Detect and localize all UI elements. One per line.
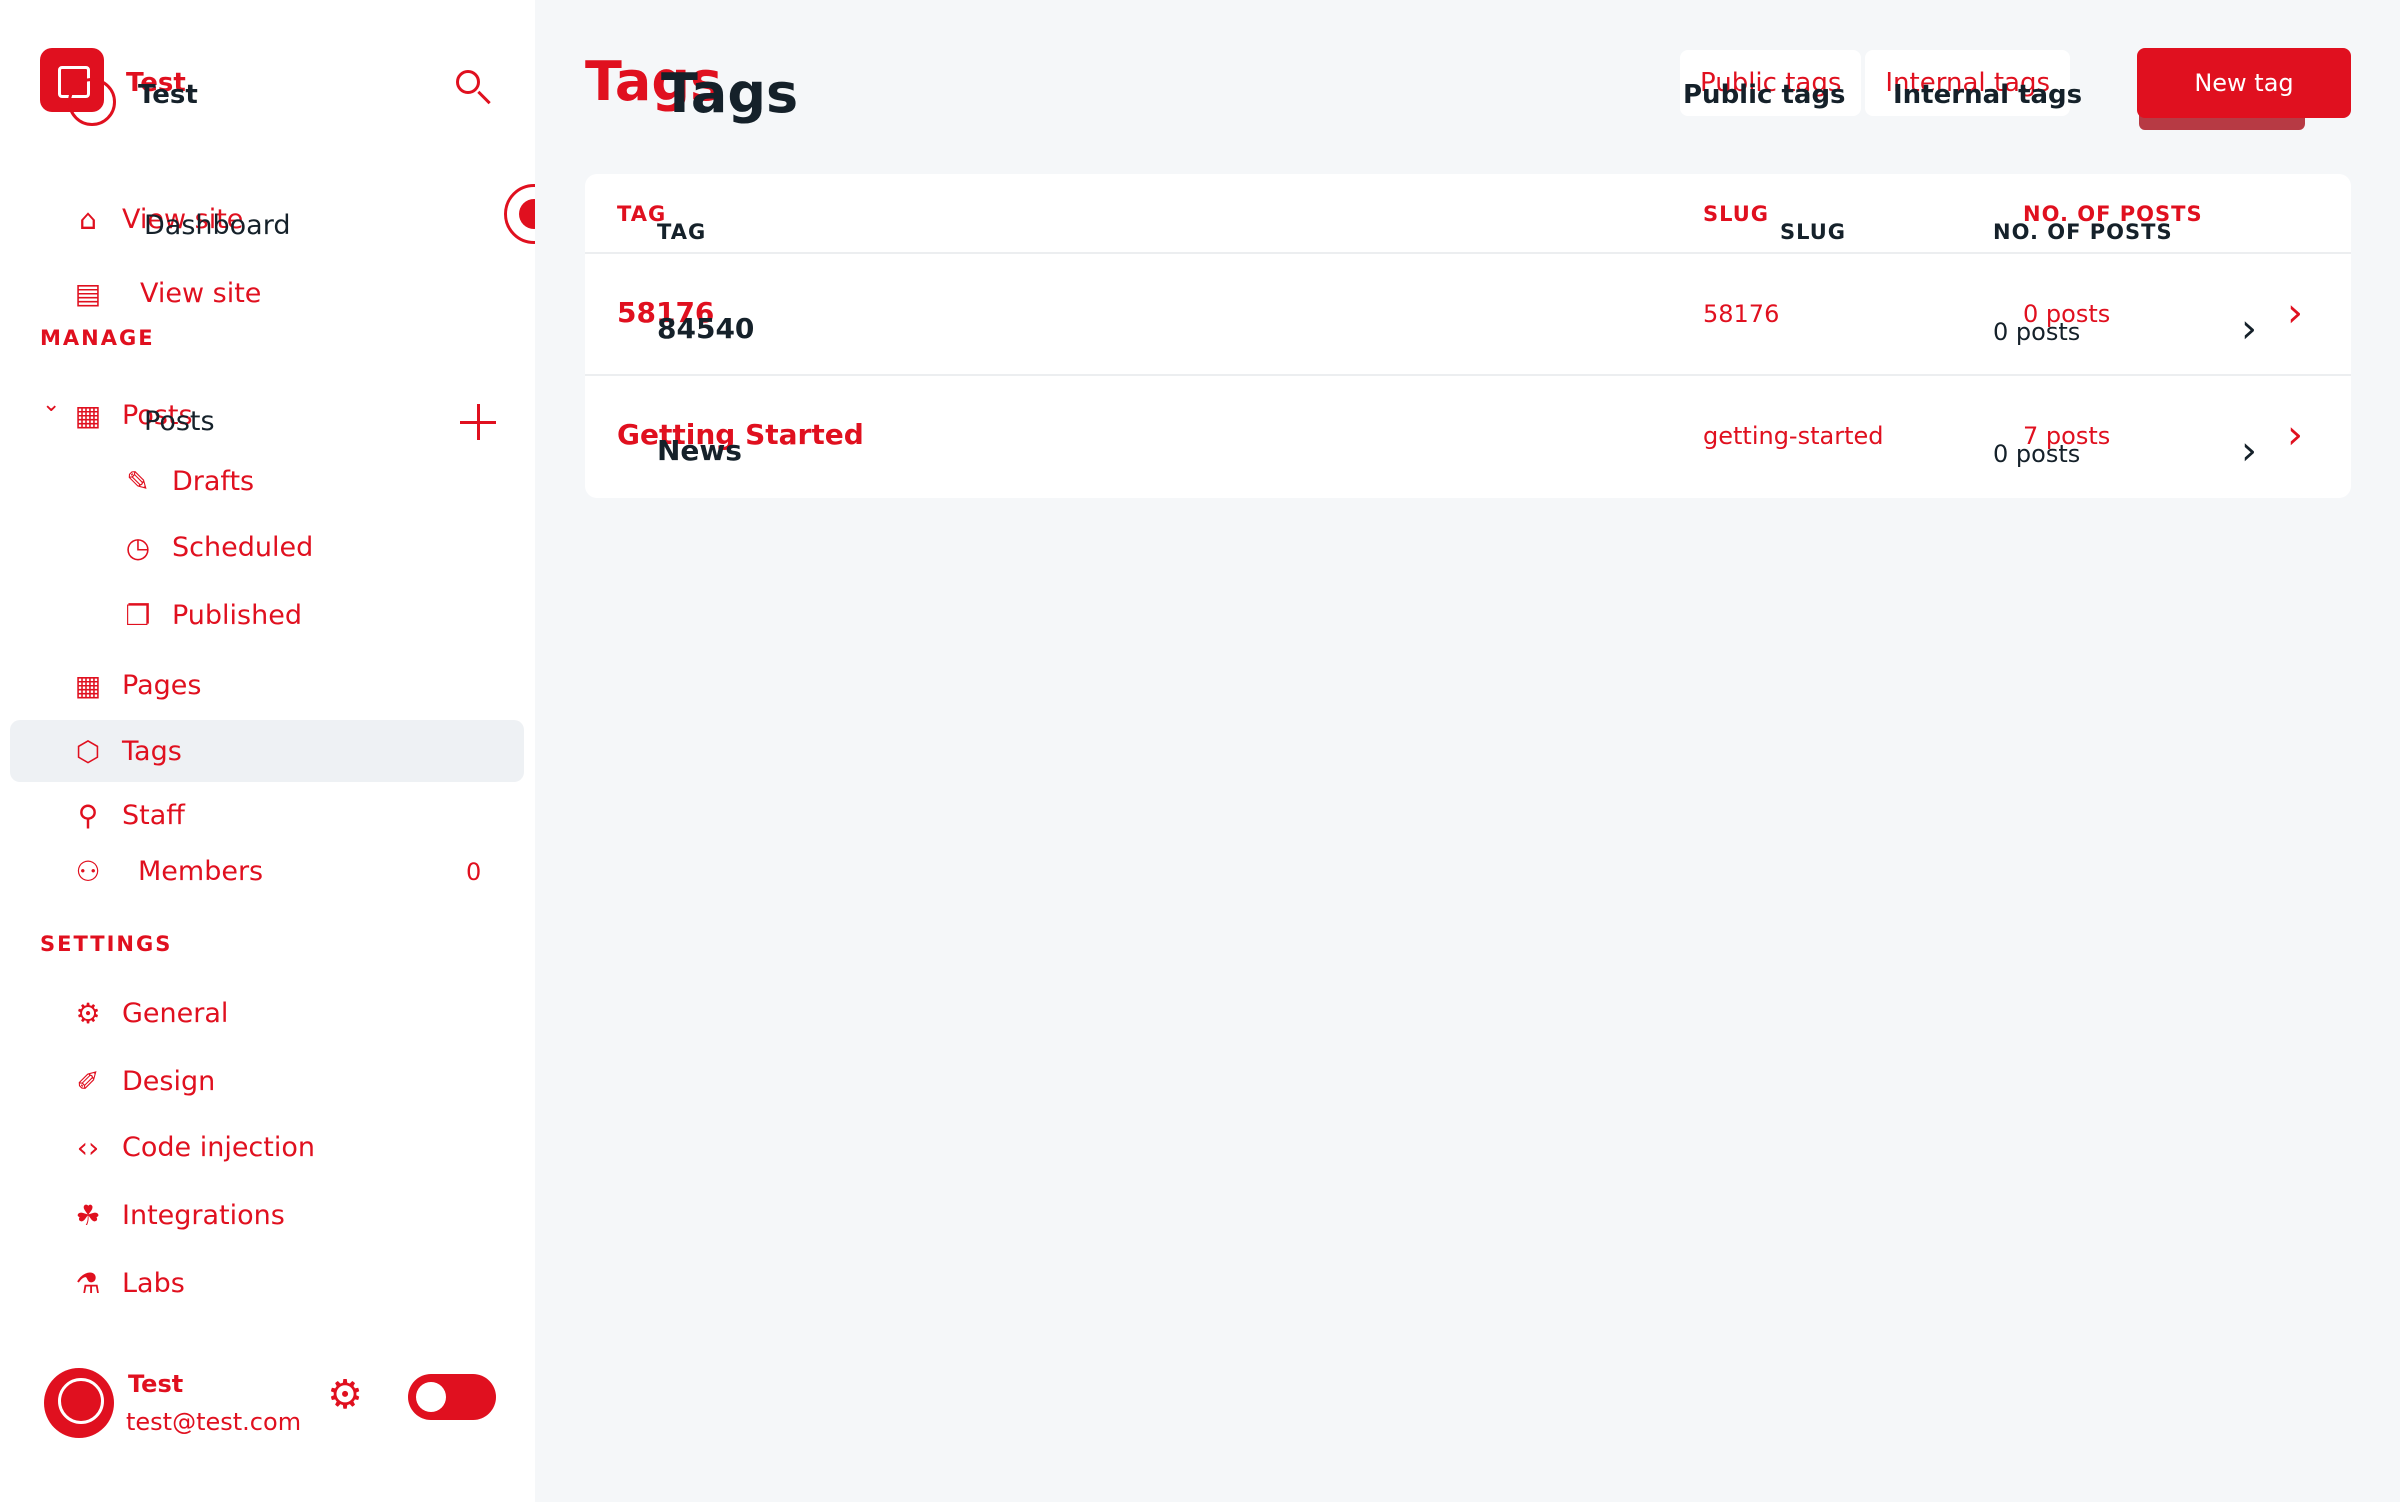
pages-icon: ▦ [74, 668, 102, 702]
posts-icon: ▦ [74, 398, 102, 432]
site-name-shadow: Test [138, 80, 198, 110]
clock-icon: ◷ [125, 530, 151, 564]
page-title-shadow: Tags [661, 62, 799, 125]
tag-post-count-shadow: 0 posts [1993, 440, 2081, 468]
new-tag-button[interactable]: New tag [2137, 48, 2351, 118]
table-row[interactable]: 58176 84540 58176 0 posts 0 posts › › [585, 254, 2351, 376]
search-button[interactable] [450, 62, 492, 112]
chevron-right-icon: › [2287, 290, 2303, 336]
table-row[interactable]: Getting Started News getting-started 7 p… [585, 376, 2351, 498]
published-icon: ❐ [125, 598, 151, 632]
search-icon [456, 70, 480, 94]
nav-general[interactable]: ⚙ General [70, 988, 490, 1038]
nav-posts[interactable]: ▦ Posts Posts [70, 390, 490, 440]
integrations-icon: ☘ [75, 1198, 101, 1232]
nav-labs[interactable]: ⚗ Labs [70, 1258, 490, 1308]
chevron-right-icon: › [2287, 412, 2303, 458]
chevron-down-icon[interactable]: ⌄ [42, 392, 60, 417]
nav-view-site-top[interactable]: ⌂ View site Dashboard [70, 194, 490, 244]
settings-section-title: SETTINGS [40, 932, 173, 956]
gear-icon: ⚙ [75, 996, 101, 1030]
nav-members[interactable]: ⚇ Members [70, 846, 490, 896]
tag-slug: getting-started [1703, 422, 1884, 450]
nav-view-site[interactable]: ▤ View site [70, 268, 490, 318]
sidebar: Test Test ⌂ View site Dashboard ▤ View s… [0, 0, 535, 1502]
brush-icon: ✐ [76, 1064, 100, 1098]
tag-post-count-shadow: 0 posts [1993, 318, 2081, 346]
nav-integrations[interactable]: ☘ Integrations [70, 1190, 490, 1240]
pencil-icon: ✎ [126, 464, 150, 498]
flask-icon: ⚗ [75, 1266, 101, 1300]
nav-code-injection[interactable]: ‹› Code injection [70, 1122, 490, 1172]
nav-staff[interactable]: ⚲ Staff [70, 790, 490, 840]
user-settings-gear-icon[interactable]: ⚙ [322, 1372, 368, 1418]
nav-published[interactable]: ❐ Published [120, 590, 540, 640]
user-name: Test [128, 1370, 184, 1398]
manage-section-title: MANAGE [40, 326, 155, 350]
code-icon: ‹› [76, 1130, 100, 1164]
chevron-right-icon: › [2241, 428, 2257, 474]
add-post-button[interactable] [458, 402, 498, 442]
layout-icon: ▤ [74, 276, 102, 310]
tags-table: TAG TAG SLUG SLUG NO. OF POSTS NO. OF PO… [585, 174, 2351, 498]
user-menu[interactable]: Test test@test.com [40, 1360, 330, 1440]
nav-scheduled[interactable]: ◷ Scheduled [120, 522, 540, 572]
nav-drafts[interactable]: ✎ Drafts [120, 456, 540, 506]
brand[interactable]: Test Test [40, 48, 210, 126]
nav-pages[interactable]: ▦ Pages [70, 660, 490, 710]
user-email: test@test.com [126, 1408, 302, 1436]
tab-public-tags-shadow: Public tags [1683, 80, 1846, 110]
tag-name-shadow: News [657, 434, 742, 467]
avatar [44, 1368, 114, 1438]
tag-slug: 58176 [1703, 300, 1780, 328]
header-slug: SLUG [1703, 202, 1770, 226]
members-icon: ⚇ [75, 854, 101, 888]
nav-tags[interactable]: ⬡ Tags [10, 720, 524, 782]
site-ring-icon [68, 78, 116, 126]
tab-internal-tags-shadow: Internal tags [1893, 80, 2083, 110]
members-count: 0 [466, 858, 482, 886]
table-header: TAG TAG SLUG SLUG NO. OF POSTS NO. OF PO… [585, 174, 2351, 254]
chevron-right-icon: › [2241, 306, 2257, 352]
tag-icon: ⬡ [75, 734, 101, 768]
tag-name-shadow: 84540 [657, 312, 755, 345]
home-icon: ⌂ [79, 202, 97, 236]
main-content: Tags Tags Public tags Internal tags Publ… [535, 0, 2400, 1502]
night-mode-toggle[interactable] [408, 1374, 496, 1420]
nav-design[interactable]: ✐ Design [70, 1056, 490, 1106]
staff-icon: ⚲ [77, 798, 99, 832]
